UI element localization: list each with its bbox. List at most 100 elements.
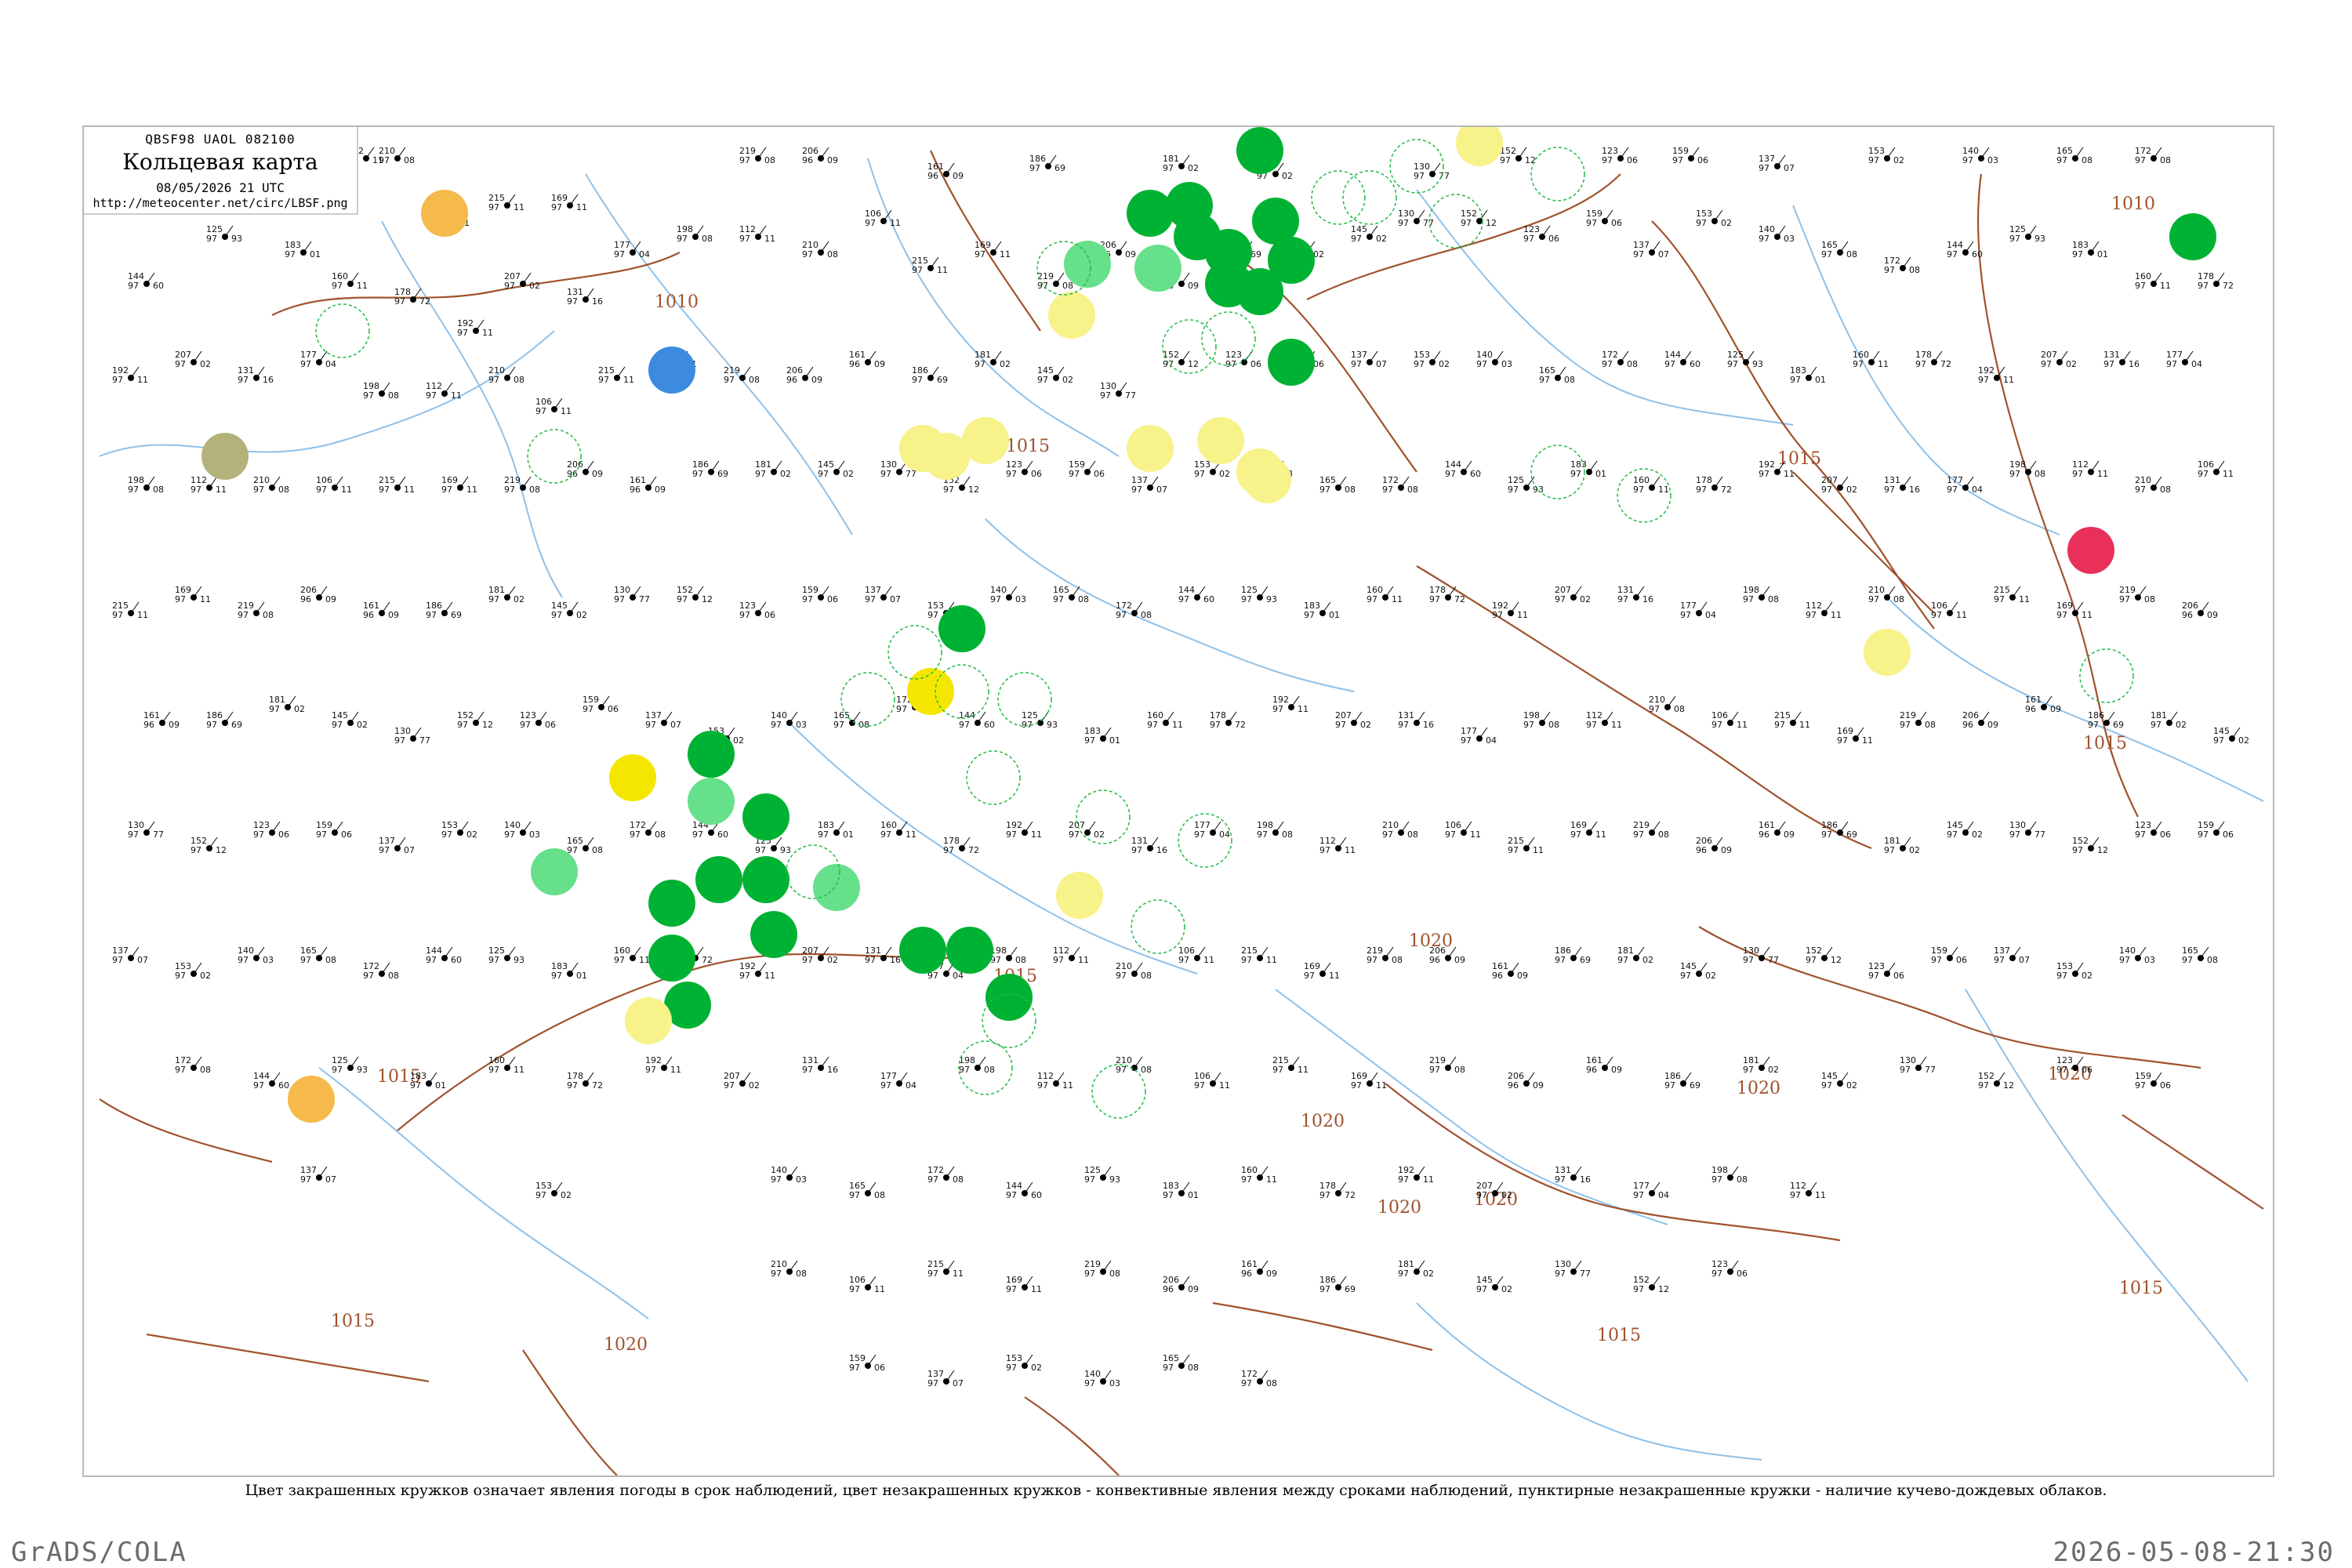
station-dewpoint: 97 xyxy=(1633,829,1644,840)
station-pressure: 08 xyxy=(1768,594,1779,604)
station-plot: 16097 11 xyxy=(488,1055,524,1075)
station-plot: 1779704 xyxy=(1633,1181,1669,1200)
station-dewpoint: 97 xyxy=(112,955,123,965)
station-pressure: 93 xyxy=(1109,1174,1120,1185)
station-plot: 19897 08 xyxy=(959,1055,995,1075)
station-pressure: 06 xyxy=(764,610,775,620)
station-plot: 1539702 xyxy=(1696,209,1732,228)
station-pressure: 11 xyxy=(890,218,901,228)
station-pressure: 11 xyxy=(1831,610,1842,620)
station-dewpoint: 97 xyxy=(1131,845,1142,855)
station-dewpoint: 97 xyxy=(1821,1080,1832,1091)
station-dewpoint: 97 xyxy=(488,375,499,385)
station-pressure: 04 xyxy=(639,249,650,260)
station-plot: 12597 93 xyxy=(2009,224,2045,244)
station-pressure: 16 xyxy=(592,296,603,307)
station-dewpoint: 97 xyxy=(1053,955,1064,965)
station-pressure: 08 xyxy=(263,610,274,620)
station-pressure: 12 xyxy=(1188,359,1199,369)
station-dewpoint: 97 xyxy=(1680,610,1691,620)
station-pressure: 08 xyxy=(1407,829,1418,840)
station-plot: 2069609 xyxy=(1163,1275,1199,1294)
station-pressure: 60 xyxy=(278,1080,289,1091)
station-pressure: 02 xyxy=(1188,163,1199,173)
station-plot: 2069609 xyxy=(1508,1071,1544,1091)
station-pressure: 09 xyxy=(1188,1284,1199,1294)
station-pressure: 72 xyxy=(702,955,713,965)
station-dewpoint: 97 xyxy=(1759,469,1769,479)
station-pressure: 12 xyxy=(2003,1080,2014,1091)
station-dewpoint: 97 xyxy=(771,1269,782,1279)
station-plot: 1779704 xyxy=(1947,475,1983,495)
station-dewpoint: 96 xyxy=(1492,971,1503,981)
station-plot: 1619609 xyxy=(630,475,666,495)
weather-circle-red xyxy=(2067,527,2114,574)
station-dewpoint: 97 xyxy=(128,829,139,840)
station-plot: 1409703 xyxy=(504,820,540,840)
station-plot: 21597 11 xyxy=(1508,836,1544,855)
station-dewpoint: 97 xyxy=(1931,955,1942,965)
station-pressure: 11 xyxy=(1862,735,1873,746)
station-plot: 21097 08 xyxy=(1116,961,1152,981)
station-dewpoint: 97 xyxy=(1304,971,1315,981)
station-plot: 13097 77 xyxy=(1414,162,1450,181)
station-plot: 21097 08 xyxy=(1649,695,1685,714)
station-plot: 19897 08 xyxy=(990,946,1026,965)
station-dewpoint: 97 xyxy=(2072,249,2083,260)
station-dewpoint: 97 xyxy=(1178,594,1189,604)
station-plot: 13197 16 xyxy=(567,287,603,307)
station-dewpoint: 97 xyxy=(1711,1269,1722,1279)
station-plot: 19297 11 xyxy=(645,1055,681,1075)
station-dewpoint: 97 xyxy=(316,829,327,840)
station-dewpoint: 97 xyxy=(1868,155,1879,165)
station-plot: 12397 06 xyxy=(1711,1259,1748,1279)
station-plot: 19297 11 xyxy=(1492,601,1528,620)
station-dewpoint: 96 xyxy=(363,610,374,620)
river-10 xyxy=(1965,989,2249,1382)
station-dewpoint: 97 xyxy=(2088,720,2099,730)
station-pressure: 11 xyxy=(1815,1190,1826,1200)
station-dewpoint: 97 xyxy=(253,485,264,495)
station-dewpoint: 97 xyxy=(1978,1080,1989,1091)
station-pressure: 08 xyxy=(278,485,289,495)
station-plot: 16597 08 xyxy=(1053,585,1089,604)
station-plot: 1619609 xyxy=(927,162,964,181)
station-dewpoint: 97 xyxy=(2072,469,2083,479)
station-plot: 1459702 xyxy=(1947,820,1983,840)
station-plot: 1599706 xyxy=(2135,1071,2171,1091)
station-plot: 13797 07 xyxy=(300,1165,336,1185)
station-plot: 1539702 xyxy=(2056,961,2092,981)
station-plot: 1729708 xyxy=(1116,601,1152,620)
station-pressure: 08 xyxy=(1109,1269,1120,1279)
station-pressure: 01 xyxy=(1109,735,1120,746)
station-dewpoint: 97 xyxy=(975,249,985,260)
station-dewpoint: 97 xyxy=(1304,610,1315,620)
station-pressure: 06 xyxy=(1031,469,1042,479)
source-url[interactable]: http://meteocenter.net/circ/LBSF.png xyxy=(84,196,357,210)
isobar-label: 1020 xyxy=(1377,1198,1421,1218)
station-dewpoint: 97 xyxy=(332,281,343,291)
station-pressure: 02 xyxy=(827,955,838,965)
station-dewpoint: 97 xyxy=(1994,955,2005,965)
station-pressure: 08 xyxy=(592,845,603,855)
station-dewpoint: 97 xyxy=(363,971,374,981)
station-plot: 20797 02 xyxy=(802,946,838,965)
station-pressure: 11 xyxy=(1298,1065,1308,1075)
station-plot: 2069609 xyxy=(2182,601,2218,620)
station-plot: 1869769 xyxy=(2088,710,2124,730)
station-plot: 1409703 xyxy=(1476,350,1512,369)
footer-timestamp: 2026-05-08-21:30 xyxy=(2053,1537,2335,1568)
station-plot: 1599706 xyxy=(583,695,619,714)
weather-circle-rain-green xyxy=(695,856,742,903)
station-dewpoint: 97 xyxy=(504,281,515,291)
station-pressure: 06 xyxy=(341,829,352,840)
station-plot: 18397 01 xyxy=(2072,240,2108,260)
station-dewpoint: 97 xyxy=(1633,1284,1644,1294)
station-pressure: 16 xyxy=(890,955,901,965)
station-plot: 2069609 xyxy=(300,585,336,604)
station-dewpoint: 97 xyxy=(1821,249,1832,260)
station-dewpoint: 97 xyxy=(2009,469,2020,479)
weather-circle-bright-yellow xyxy=(609,754,656,801)
station-dewpoint: 97 xyxy=(379,845,390,855)
station-plot: 1729708 xyxy=(1602,350,1638,369)
